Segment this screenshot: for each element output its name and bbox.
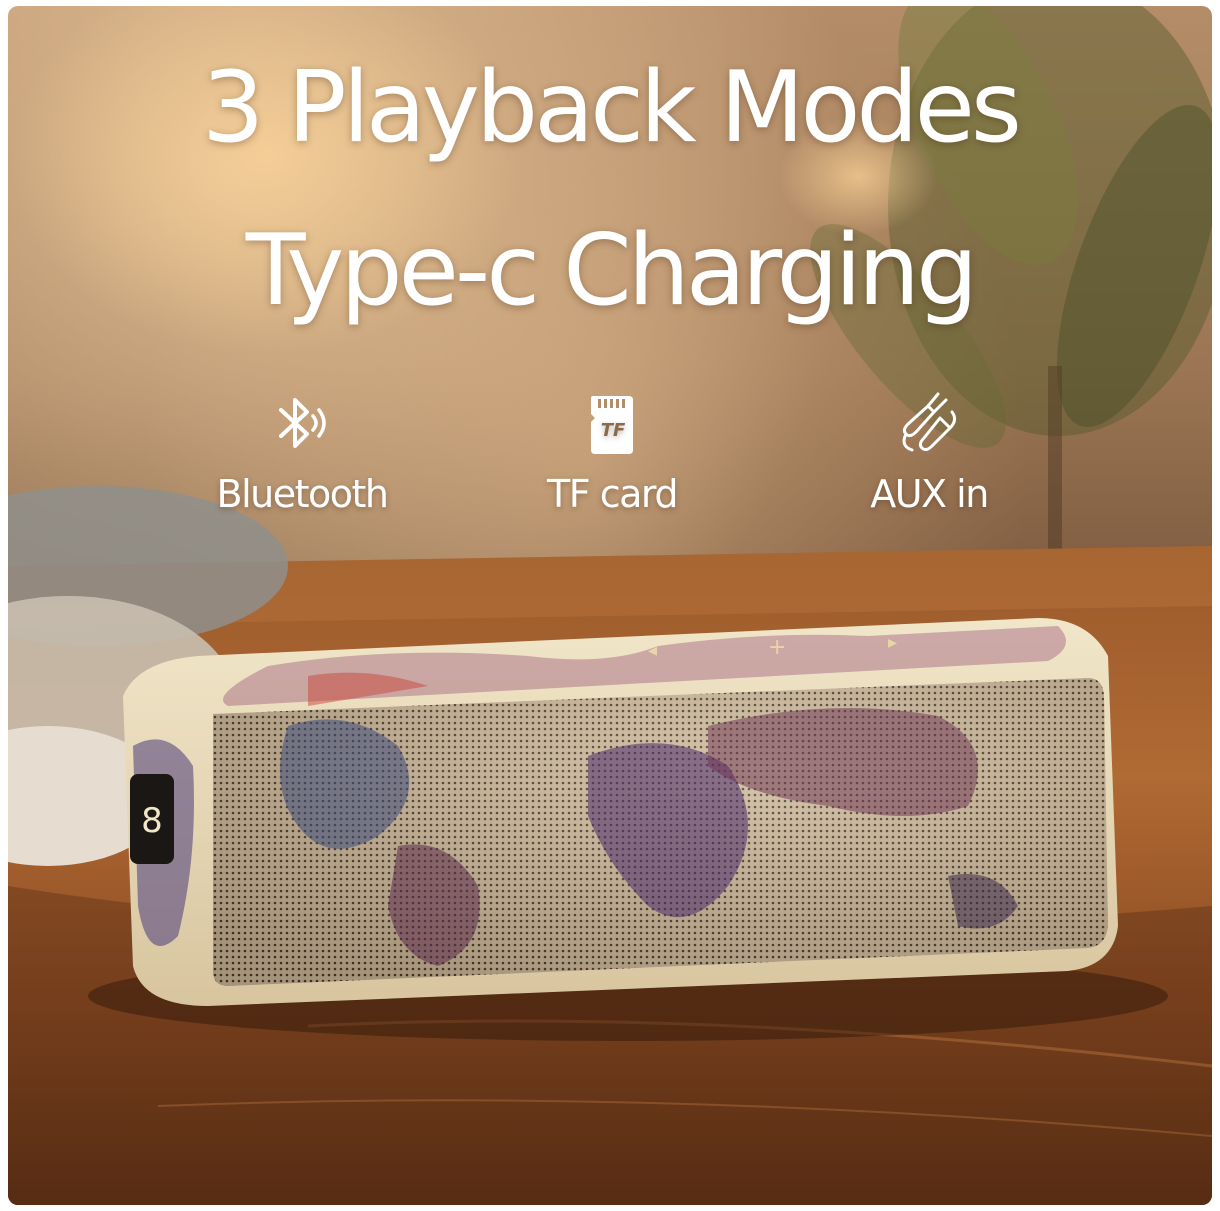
headline-typec-charging: Type-c Charging [245, 214, 978, 328]
speaker-product: 8 ◂ + ▸ [123, 618, 1118, 1006]
svg-text:◂: ◂ [648, 640, 657, 661]
product-image: 8 ◂ + ▸ 3 Playback Modes Type-c Charging… [8, 6, 1212, 1205]
svg-text:▸: ▸ [888, 632, 897, 653]
svg-text:8: 8 [141, 801, 163, 841]
mode-aux-in: AUX in [799, 388, 1059, 516]
tf-card-icon: TF [591, 396, 633, 454]
svg-text:+: + [768, 635, 786, 660]
mode-label-aux-in: AUX in [870, 472, 989, 516]
bluetooth-icon [279, 398, 326, 448]
aux-cable-icon [902, 392, 957, 452]
headline-playback-modes: 3 Playback Modes [202, 51, 1022, 165]
mode-tf-card: TF TF card [482, 388, 742, 516]
product-scene: 8 ◂ + ▸ [8, 6, 1212, 1205]
mode-bluetooth: Bluetooth [172, 388, 432, 516]
mode-label-tf-card: TF card [547, 472, 678, 516]
mode-label-bluetooth: Bluetooth [216, 472, 389, 516]
tf-card-icon-text: TF [601, 420, 626, 441]
